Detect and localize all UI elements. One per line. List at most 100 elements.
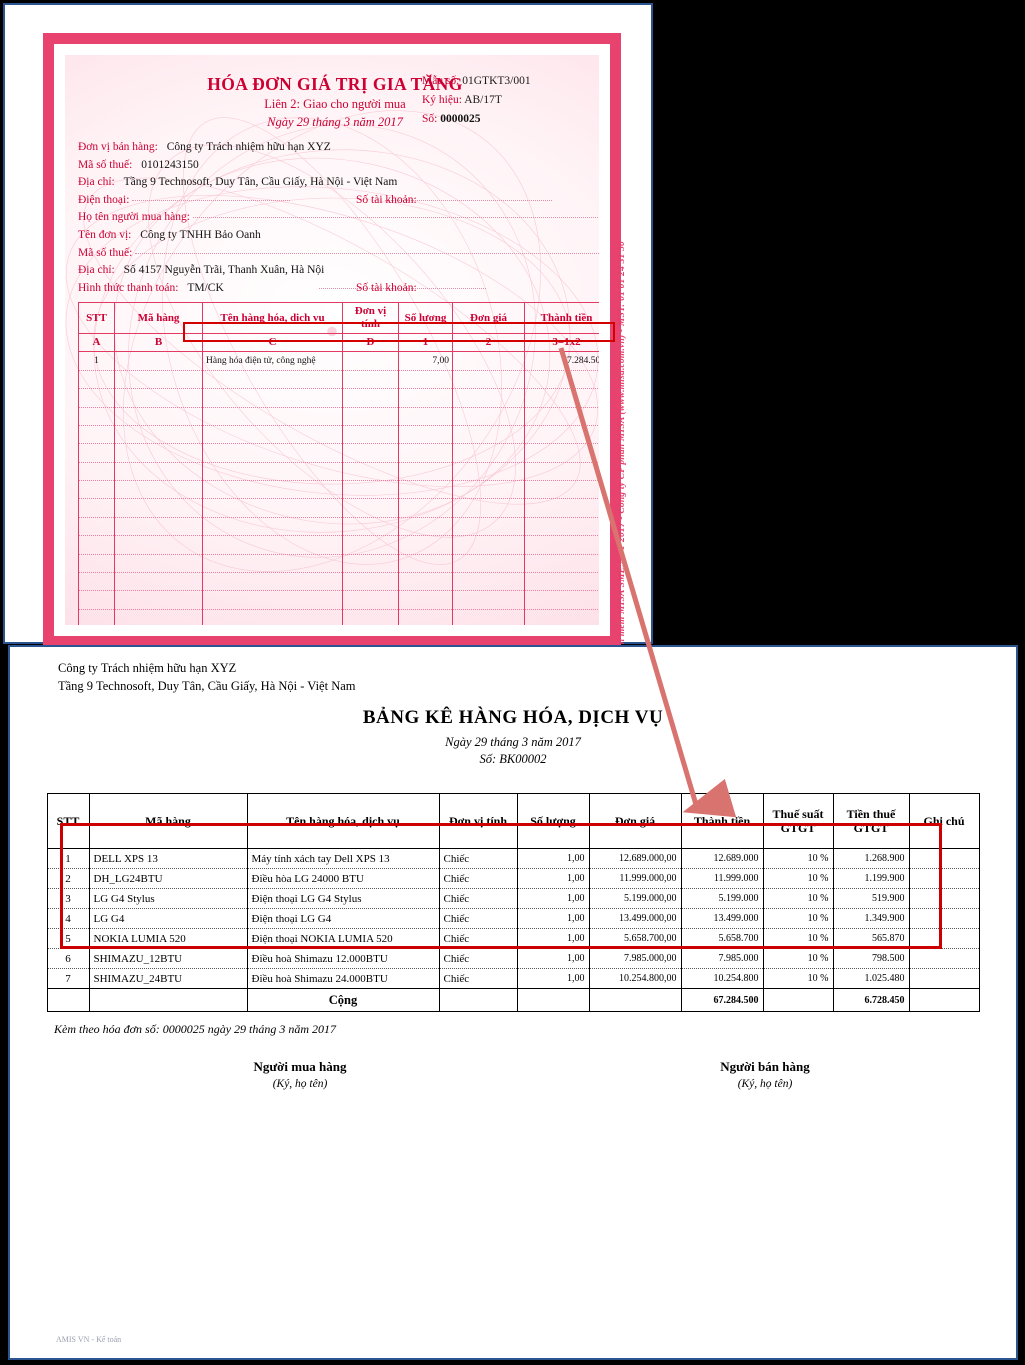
invoice-empty-cell (452, 535, 525, 555)
invoice-empty-cell (398, 462, 453, 482)
invoice-empty-cell (342, 370, 399, 390)
buyer-name-dotted-line (192, 217, 598, 219)
bangke-cell-price: 12.689.000,00 (588, 848, 682, 869)
invoice-empty-cell (342, 480, 399, 500)
bangke-sum-cell-2: Cộng (246, 988, 440, 1012)
bangke-number: Số: BK00002 (479, 752, 547, 766)
bangke-sum-row: Cộng 67.284.500 6.728.450 (46, 988, 980, 1012)
seller-tax-label: Mã số thuế: (78, 158, 133, 171)
invoice-empty-cell (398, 407, 453, 426)
bangke-company-name: Công ty Trách nhiệm hữu hạn XYZ (58, 661, 237, 675)
invoice-empty-cell (202, 498, 343, 518)
invoice-empty-cell (452, 554, 525, 574)
invoice-col-subheader-0: A (78, 333, 115, 353)
bangke-cell-name: Điều hoà Shimazu 12.000BTU (246, 948, 440, 969)
buyer-name-row: Họ tên người mua hàng: (78, 209, 598, 227)
invoice-empty-cell (202, 535, 343, 555)
invoice-meta-block: Mẫu số: 01GTKT3/001 Ký hiệu: AB/17T Số: … (422, 72, 582, 129)
invoice-col-header-4: Số lượng (398, 302, 453, 335)
invoice-empty-row (78, 535, 599, 555)
seller-address-label: Địa chỉ: (78, 176, 115, 189)
invoice-cell-unit (342, 351, 399, 371)
invoice-col-header-6: Thành tiền (524, 302, 599, 335)
invoice-empty-cell (452, 462, 525, 482)
bangke-cell-vat_rate: 10 % (762, 908, 834, 929)
invoice-empty-cell (524, 443, 599, 463)
invoice-empty-cell (342, 517, 399, 537)
invoice-empty-cell (524, 554, 599, 574)
buyer-signature-title: Người mua hàng (253, 1059, 347, 1074)
bangke-cell-qty: 1,00 (516, 968, 590, 989)
bangke-cell-unit: Chiếc (438, 908, 518, 929)
bangke-cell-vat_amount: 1.268.900 (832, 848, 910, 869)
bangke-cell-note (908, 888, 980, 909)
invoice-empty-row (78, 554, 599, 574)
invoice-empty-cell (78, 535, 115, 555)
bangke-cell-unit: Chiếc (438, 968, 518, 989)
bangke-sum-cell-1 (88, 988, 248, 1012)
invoice-empty-row (78, 609, 599, 625)
invoice-col-subheader-1: B (114, 333, 203, 353)
invoice-empty-row (78, 590, 599, 610)
buyer-signature-subtitle: (Ký, họ tên) (272, 1078, 328, 1090)
bangke-cell-code: SHIMAZU_12BTU (88, 948, 248, 969)
table-row[interactable]: 2 DH_LG24BTU Điều hòa LG 24000 BTU Chiếc 1,0… (46, 868, 980, 889)
invoice-empty-cell (342, 462, 399, 482)
phone-label: Điện thoại: (78, 193, 130, 206)
invoice-empty-row (78, 498, 599, 518)
invoice-empty-cell (78, 370, 115, 390)
bangke-cell-stt: 2 (46, 868, 90, 889)
invoice-cell-name: Hàng hóa điện tử, công nghệ (202, 351, 343, 371)
invoice-empty-cell (524, 590, 599, 610)
invoice-empty-cell (452, 480, 525, 500)
seller-account-label: Số tài khoản: (356, 193, 417, 206)
invoice-table-subheader-row: A B C D 1 2 3=1x2 (78, 333, 599, 353)
invoice-col-subheader-4: 1 (398, 333, 453, 353)
invoice-empty-row (78, 407, 599, 426)
bangke-sum-cell-6: 67.284.500 (680, 988, 764, 1012)
invoice-empty-cell (114, 425, 203, 445)
invoice-empty-cell (342, 535, 399, 555)
table-row[interactable]: 6 SHIMAZU_12BTU Điều hoà Shimazu 12.000BTU… (46, 948, 980, 969)
table-row[interactable]: 7 SHIMAZU_24BTU Điều hoà Shimazu 24.000BTU… (46, 968, 980, 989)
table-row[interactable]: 3 LG G4 Stylus Điện thoại LG G4 Stylus Chiế… (46, 888, 980, 909)
invoice-empty-cell (114, 388, 203, 408)
invoice-ornamental-border: Mẫu số: 01GTKT3/001 Ký hiệu: AB/17T Số: … (43, 33, 621, 647)
invoice-empty-cell (452, 498, 525, 518)
table-row[interactable]: 1 DELL XPS 13 Máy tính xách tay Dell XPS 1… (46, 848, 980, 869)
invoice-empty-cell (78, 480, 115, 500)
table-row[interactable]: 5 NOKIA LUMIA 520 Điện thoại NOKIA LUMIA 5… (46, 928, 980, 949)
seller-value: Công ty Trách nhiệm hữu hạn XYZ (166, 141, 331, 153)
invoice-paper: Mẫu số: 01GTKT3/001 Ký hiệu: AB/17T Số: … (43, 33, 621, 647)
invoice-empty-cell (398, 425, 453, 445)
bangke-cell-vat_rate: 10 % (762, 868, 834, 889)
payment-label: Hình thức thanh toán: (78, 281, 179, 294)
invoice-empty-cell (202, 370, 343, 390)
invoice-cell-qty: 7,00 (398, 351, 453, 371)
form-value: 01GTKT3/001 (462, 75, 531, 87)
bangke-cell-stt: 5 (46, 928, 90, 949)
invoice-empty-row (78, 425, 599, 445)
invoice-empty-cell (78, 609, 115, 625)
bangke-cell-price: 7.985.000,00 (588, 948, 682, 969)
buyer-org-label: Tên đơn vị: (78, 228, 132, 241)
bangke-cell-price: 11.999.000,00 (588, 868, 682, 889)
signature-block: Người mua hàng (Ký, họ tên) Người bán hà… (30, 1059, 996, 1111)
bangke-cell-vat_amount: 1.199.900 (832, 868, 910, 889)
invoice-empty-cell (398, 498, 453, 518)
invoice-number-label: Số: (422, 113, 438, 125)
invoice-empty-cell (78, 388, 115, 408)
invoice-preview-window: Mẫu số: 01GTKT3/001 Ký hiệu: AB/17T Số: … (3, 3, 653, 732)
bangke-cell-price: 5.658.700,00 (588, 928, 682, 949)
seller-signature-subtitle: (Ký, họ tên) (737, 1078, 793, 1090)
bangke-cell-amount: 11.999.000 (680, 868, 764, 889)
bangke-cell-note (908, 968, 980, 989)
invoice-col-subheader-5: 2 (452, 333, 525, 353)
bangke-cell-vat_rate: 10 % (762, 948, 834, 969)
bangke-cell-code: NOKIA LUMIA 520 (88, 928, 248, 949)
bangke-cell-qty: 1,00 (516, 928, 590, 949)
invoice-empty-cell (452, 425, 525, 445)
table-row[interactable]: 4 LG G4 Điện thoại LG G4 Chiếc 1,00 13.499.00… (46, 908, 980, 929)
invoice-empty-row (78, 517, 599, 537)
invoice-empty-cell (78, 425, 115, 445)
